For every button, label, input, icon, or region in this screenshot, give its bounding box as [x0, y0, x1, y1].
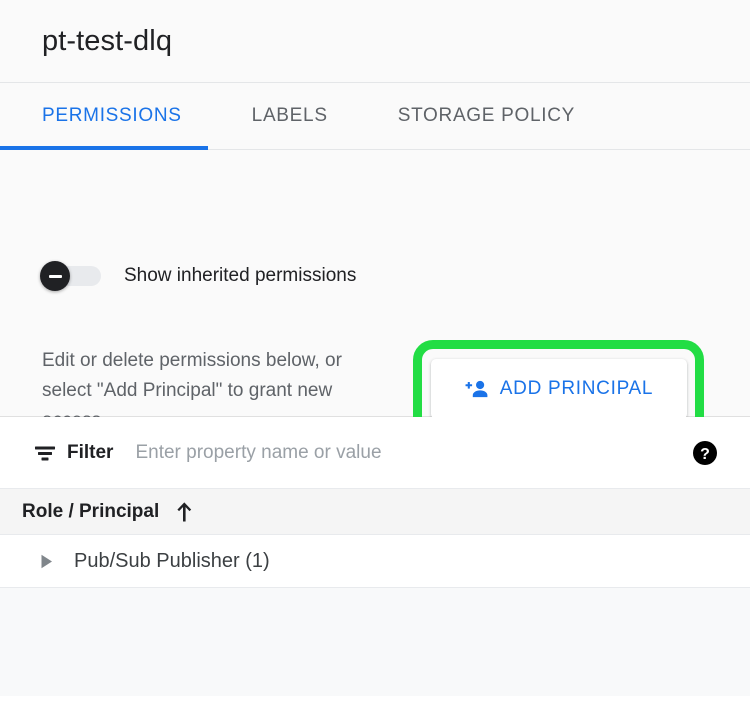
arrow-up-icon[interactable] [159, 501, 194, 523]
permissions-page: pt-test-dlq PERMISSIONS LABELS STORAGE P… [0, 0, 750, 709]
column-header-role-principal: Role / Principal [22, 500, 160, 522]
tab-permissions[interactable]: PERMISSIONS [0, 83, 208, 150]
filter-list-icon[interactable] [34, 442, 56, 464]
table-header-row[interactable]: Role / Principal [0, 489, 750, 535]
page-title: pt-test-dlq [42, 24, 173, 57]
tab-labels[interactable]: LABELS [252, 83, 328, 150]
table-row[interactable]: Pub/Sub Publisher (1) [0, 535, 750, 588]
filter-bar: Filter ? [0, 417, 750, 489]
filter-label: Filter [67, 441, 114, 463]
toggle-switch[interactable] [40, 261, 102, 291]
show-inherited-permissions-toggle[interactable]: Show inherited permissions [40, 261, 356, 291]
toggle-knob [40, 261, 70, 291]
toggle-label: Show inherited permissions [124, 265, 357, 286]
tab-bar: PERMISSIONS LABELS STORAGE POLICY [0, 83, 750, 150]
tab-storage-policy-label: STORAGE POLICY [397, 105, 576, 126]
minus-icon [48, 274, 62, 278]
table-row-label: Pub/Sub Publisher (1) [74, 549, 270, 572]
tab-storage-policy[interactable]: STORAGE POLICY [398, 83, 575, 150]
table-empty-area [0, 588, 750, 696]
add-principal-button[interactable]: ADD PRINCIPAL [431, 359, 687, 419]
permissions-info-section: Edit or delete permissions below, or sel… [0, 150, 750, 439]
help-circle-icon[interactable]: ? [680, 440, 718, 466]
tab-permissions-label: PERMISSIONS [42, 105, 182, 126]
person-add-icon [465, 379, 489, 399]
add-principal-label: ADD PRINCIPAL [499, 378, 654, 399]
page-header: pt-test-dlq [0, 0, 750, 83]
filter-input[interactable] [135, 441, 680, 464]
triangle-right-icon[interactable] [40, 554, 53, 569]
svg-text:?: ? [700, 446, 710, 463]
tab-labels-label: LABELS [251, 105, 328, 126]
